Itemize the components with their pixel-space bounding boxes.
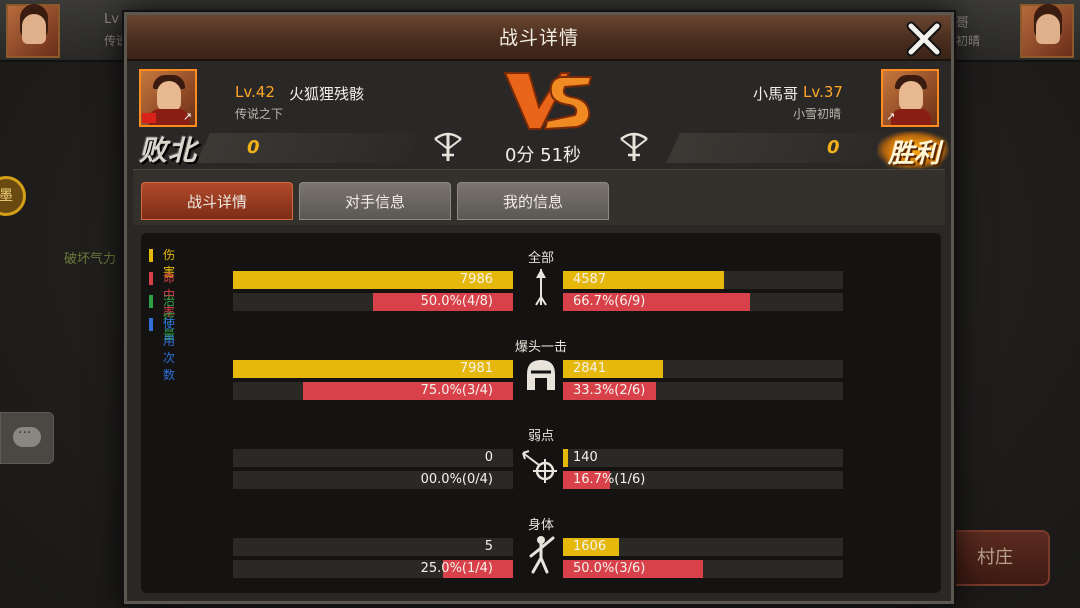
right-damage-bar: 1606 [563, 538, 843, 556]
tab-my-info[interactable]: 我的信息 [457, 182, 609, 220]
left-damage-bar: 7981 [233, 360, 513, 378]
right-damage-bar: 2841 [563, 360, 843, 378]
crossbow-icon [620, 132, 648, 161]
left-hit-bar: 75.0%(3/4) [233, 382, 513, 400]
right-score-band [666, 133, 890, 163]
background-opponent-avatar [1020, 4, 1074, 58]
right-damage-value: 4587 [573, 272, 607, 287]
victory-badge: 胜利 [871, 127, 957, 171]
expand-icon: ↗ [886, 110, 896, 123]
tab-battle-details[interactable]: 战斗详情 [141, 182, 293, 220]
right-hit-bar: 66.7%(6/9) [563, 293, 843, 311]
opponent-title: 小雪初晴 [793, 107, 842, 121]
category-title: 全部 [527, 251, 554, 266]
legend-label: 使用次数 [163, 317, 176, 382]
vs-icon [503, 72, 593, 131]
category-title: 弱点 [527, 429, 554, 444]
player-title: 传说之下 [235, 107, 284, 121]
category-title: 身体 [527, 518, 554, 533]
background-name-fragment: 哥 [956, 16, 970, 31]
background-right-panel [952, 62, 1080, 608]
background-subtitle-fragment: 初晴 [956, 34, 981, 48]
left-score-band [196, 133, 420, 163]
arrow-icon [535, 269, 547, 306]
left-damage-bar: 5 [233, 538, 513, 556]
victory-label: 胜利 [887, 139, 940, 169]
legend-swatch [149, 295, 153, 308]
close-icon [906, 21, 942, 57]
player-avatar[interactable]: ↗ [139, 69, 197, 127]
right-hit-value: 66.7%(6/9) [573, 294, 646, 309]
left-hit-bar: 00.0%(0/4) [233, 471, 513, 489]
left-hit-value: 75.0%(3/4) [420, 383, 493, 398]
opponent-level: Lv.37 [803, 83, 843, 101]
left-hit-bar: 50.0%(4/8) [233, 293, 513, 311]
player-score: 0 [247, 137, 260, 158]
weakpoint-icon [522, 450, 557, 483]
left-damage-value: 7981 [459, 361, 493, 376]
vs-emblem [503, 72, 593, 131]
chat-button[interactable] [0, 412, 54, 464]
right-hit-value: 33.3%(2/6) [573, 383, 646, 398]
left-hit-value: 00.0%(0/4) [420, 472, 493, 487]
right-hit-value: 50.0%(3/6) [573, 561, 646, 576]
right-damage-bar: 4587 [563, 271, 843, 289]
right-hit-bar: 16.7%(1/6) [563, 471, 843, 489]
right-damage-fill [563, 449, 569, 467]
right-damage-value: 140 [573, 450, 598, 465]
legend-swatch [149, 272, 153, 285]
dialog-title: 战斗详情 [498, 27, 579, 49]
battle-details-dialog: 战斗详情 ↗ Lv.42 火狐狸残骸 传说之下 败北 0 0分 51秒 小馬哥 … [124, 12, 954, 604]
close-button[interactable] [905, 20, 943, 58]
china-flag-icon [142, 113, 156, 123]
right-hit-bar: 33.3%(2/6) [563, 382, 843, 400]
player-level: Lv.42 [235, 83, 275, 101]
right-hit-value: 16.7%(1/6) [573, 472, 646, 487]
left-damage-value: 5 [484, 539, 493, 554]
right-damage-value: 2841 [573, 361, 607, 376]
right-damage-bar: 140 [563, 449, 843, 467]
tab-opponent-info[interactable]: 对手信息 [299, 182, 451, 220]
stats-panel: 伤害 命中率 治疗量 使用次数 全部 7986 50.0%(4/8) 4587 … [141, 233, 941, 593]
opponent-score: 0 [827, 137, 840, 158]
right-hit-bar: 50.0%(3/6) [563, 560, 843, 578]
players-strip: ↗ Lv.42 火狐狸残骸 传说之下 败北 0 0分 51秒 小馬哥 Lv.37… [133, 67, 949, 171]
category-title: 爆头一击 [514, 340, 567, 355]
right-damage-value: 1606 [573, 539, 607, 554]
village-button[interactable]: 村庄 [940, 530, 1050, 586]
game-screen: Lv 传说 哥 初晴 墨 破坏气力 村庄 战斗详情 ↗ [0, 0, 1080, 608]
defeat-label: 败北 [139, 134, 198, 167]
background-player-avatar [6, 4, 60, 58]
helmet-icon [527, 360, 555, 390]
player-name: 火狐狸残骸 [289, 85, 365, 103]
legend-swatch [149, 318, 153, 331]
opponent-name: 小馬哥 [753, 85, 799, 103]
dialog-header: 战斗详情 [127, 15, 951, 61]
left-damage-value: 7986 [459, 272, 493, 287]
expand-icon: ↗ [182, 110, 192, 123]
left-hit-value: 50.0%(4/8) [420, 294, 493, 309]
opponent-avatar[interactable]: ↗ [881, 69, 939, 127]
break-stamina-label: 破坏气力 [64, 252, 117, 267]
match-timer: 0分 51秒 [504, 145, 582, 166]
tab-bar: 战斗详情 对手信息 我的信息 [133, 169, 945, 225]
left-damage-bar: 0 [233, 449, 513, 467]
legend-swatch [149, 249, 153, 262]
left-hit-bar: 25.0%(1/4) [233, 560, 513, 578]
body-icon [529, 536, 555, 574]
left-hit-value: 25.0%(1/4) [420, 561, 493, 576]
chat-bubble-icon [13, 425, 41, 447]
left-damage-value: 0 [484, 450, 493, 465]
background-left-panel [0, 62, 128, 608]
crossbow-icon [434, 132, 462, 161]
background-level-fragment: Lv [104, 12, 119, 27]
left-damage-bar: 7986 [233, 271, 513, 289]
